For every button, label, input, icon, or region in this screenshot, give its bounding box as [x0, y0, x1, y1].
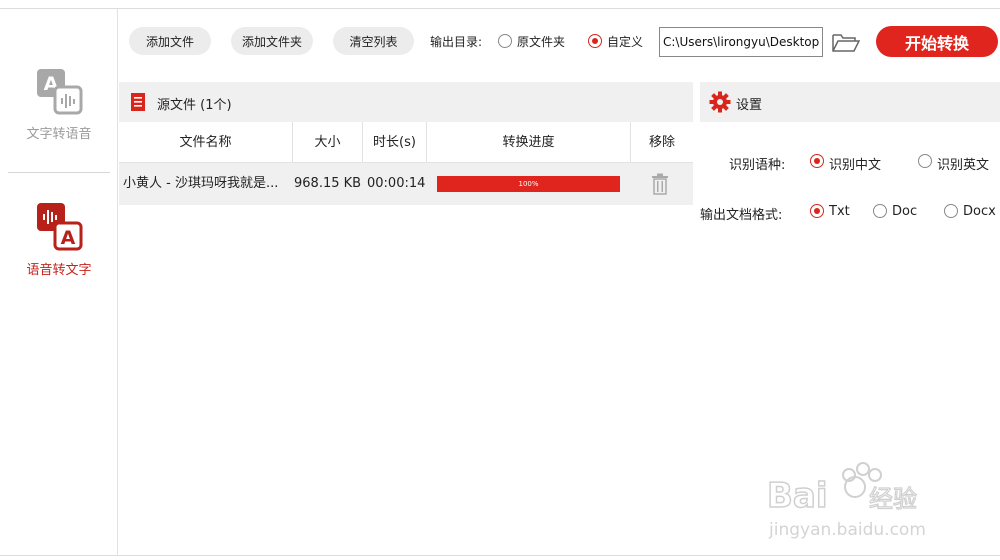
- add-file-button[interactable]: 添加文件: [129, 27, 211, 55]
- table-row[interactable]: 小黄人 - 沙琪玛呀我就是... 968.15 KB 00:00:14 100%: [119, 163, 693, 205]
- format-doc-label: Doc: [892, 204, 918, 219]
- trash-icon[interactable]: [651, 173, 669, 195]
- lang-en-radio[interactable]: [918, 154, 932, 168]
- file-name-cell: 小黄人 - 沙琪玛呀我就是...: [123, 176, 279, 191]
- format-docx-label: Docx: [963, 204, 996, 219]
- format-txt-radio[interactable]: [810, 204, 824, 218]
- output-custom-radio[interactable]: [588, 34, 602, 48]
- format-label: 输出文档格式:: [700, 208, 783, 223]
- output-path-input[interactable]: [659, 27, 823, 57]
- app-window: A 文字转语音 A 语音转文字 添加文件 添加文件夹 清空列表 输出目录: 原文…: [0, 0, 1000, 560]
- lang-zh-label: 识别中文: [829, 158, 882, 173]
- output-dir-label: 输出目录:: [430, 35, 483, 49]
- output-source-radio[interactable]: [498, 34, 512, 48]
- file-table: 文件名称 大小 时长(s) 转换进度 移除 小黄人 - 沙琪玛呀我就是... 9…: [119, 122, 693, 205]
- file-size-cell: 968.15 KB: [294, 176, 362, 191]
- settings-header: 设置: [700, 82, 1000, 122]
- svg-text:Bai: Bai: [767, 476, 828, 516]
- gear-icon: [709, 91, 731, 113]
- sidebar-item-text-to-speech[interactable]: A 文字转语音: [0, 67, 118, 142]
- source-files-title: 源文件 (1个): [157, 98, 232, 113]
- svg-text:jingyan.baidu.com: jingyan.baidu.com: [768, 520, 926, 540]
- column-header-progress: 转换进度: [427, 122, 631, 163]
- add-folder-button[interactable]: 添加文件夹: [231, 27, 313, 55]
- sidebar-divider: [8, 172, 110, 173]
- conversion-progress-bar: 100%: [437, 176, 620, 192]
- top-border: [0, 8, 1000, 9]
- file-duration-cell: 00:00:14: [367, 176, 426, 191]
- bottom-border: [0, 555, 1000, 556]
- sidebar-item-label: 语音转文字: [26, 263, 92, 278]
- output-source-label: 原文件夹: [517, 35, 566, 49]
- start-convert-button[interactable]: 开始转换: [876, 26, 998, 57]
- svg-text:A: A: [61, 227, 76, 249]
- settings-title: 设置: [736, 98, 763, 113]
- column-header-duration: 时长(s): [363, 122, 427, 163]
- source-files-header: 源文件 (1个): [119, 82, 693, 122]
- folder-open-icon[interactable]: [831, 31, 861, 55]
- baidu-jingyan-watermark-icon: Bai 经验 jingyan.baidu.com: [766, 462, 926, 540]
- sidebar-item-label: 文字转语音: [26, 127, 92, 142]
- table-header: 文件名称 大小 时长(s) 转换进度 移除: [119, 122, 693, 163]
- clear-list-button[interactable]: 清空列表: [333, 27, 414, 55]
- column-header-name: 文件名称: [119, 122, 293, 163]
- lang-en-label: 识别英文: [937, 158, 990, 173]
- column-header-size: 大小: [293, 122, 363, 163]
- sidebar-item-speech-to-text[interactable]: A 语音转文字: [0, 201, 118, 278]
- format-docx-radio[interactable]: [944, 204, 958, 218]
- progress-label: 100%: [518, 180, 539, 188]
- svg-text:经验: 经验: [869, 485, 917, 513]
- output-custom-label: 自定义: [607, 35, 644, 49]
- speech-to-text-icon: A: [37, 203, 83, 251]
- lang-zh-radio[interactable]: [810, 154, 824, 168]
- sidebar: A 文字转语音 A 语音转文字: [0, 9, 118, 555]
- column-header-remove: 移除: [648, 135, 675, 150]
- format-txt-label: Txt: [829, 204, 850, 219]
- language-label: 识别语种:: [729, 158, 786, 173]
- document-icon: [131, 93, 145, 111]
- text-to-speech-icon: A: [37, 69, 83, 115]
- format-doc-radio[interactable]: [873, 204, 887, 218]
